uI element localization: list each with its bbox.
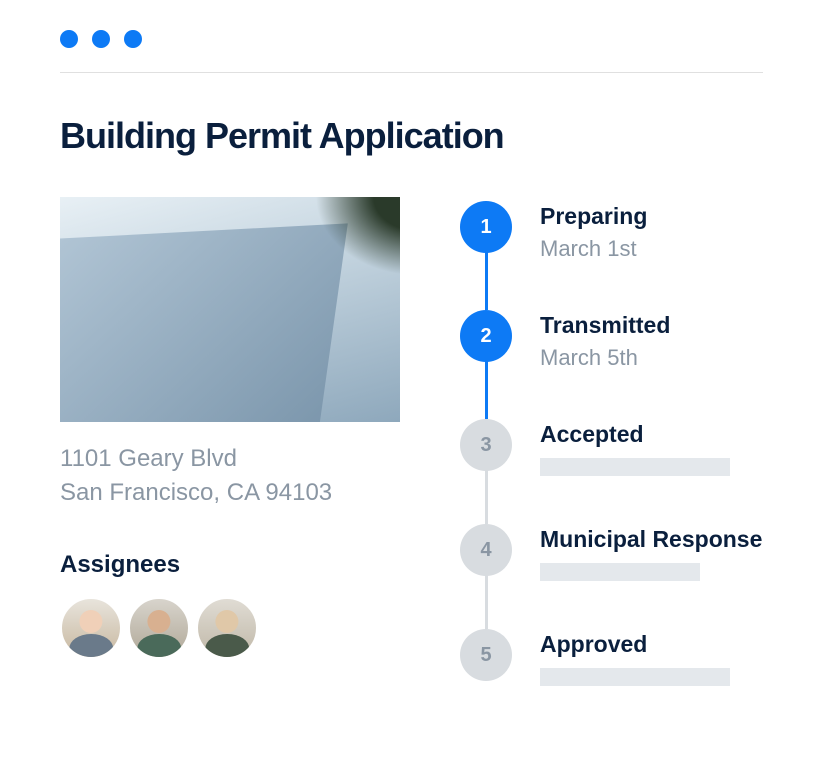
window-dot bbox=[92, 30, 110, 48]
assignee-avatar[interactable] bbox=[128, 597, 190, 659]
step-content: Accepted bbox=[540, 419, 730, 476]
date-placeholder bbox=[540, 458, 730, 476]
step-date: March 1st bbox=[540, 236, 647, 262]
address-line2: San Francisco, CA 94103 bbox=[60, 476, 400, 510]
step-date: March 5th bbox=[540, 345, 670, 371]
step-title: Transmitted bbox=[540, 312, 670, 339]
step-title: Accepted bbox=[540, 421, 730, 448]
window-dot bbox=[124, 30, 142, 48]
step-number-badge: 1 bbox=[460, 201, 512, 253]
window-controls bbox=[60, 30, 763, 48]
timeline-connector bbox=[485, 574, 488, 629]
timeline-step-accepted: 3 Accepted bbox=[460, 419, 763, 524]
assignees-list bbox=[60, 597, 400, 659]
timeline-step-approved: 5 Approved bbox=[460, 629, 763, 686]
address-line1: 1101 Geary Blvd bbox=[60, 442, 400, 476]
property-address: 1101 Geary Blvd San Francisco, CA 94103 bbox=[60, 442, 400, 509]
step-number-badge: 3 bbox=[460, 419, 512, 471]
step-title: Approved bbox=[540, 631, 730, 658]
timeline-connector bbox=[485, 360, 488, 419]
timeline-step-transmitted: 2 Transmitted March 5th bbox=[460, 310, 763, 419]
timeline-step-preparing: 1 Preparing March 1st bbox=[460, 201, 763, 310]
step-title: Municipal Response bbox=[540, 526, 762, 553]
assignee-avatar[interactable] bbox=[196, 597, 258, 659]
status-timeline: 1 Preparing March 1st 2 Transmitted Marc… bbox=[460, 201, 763, 686]
date-placeholder bbox=[540, 668, 730, 686]
window-dot bbox=[60, 30, 78, 48]
step-content: Preparing March 1st bbox=[540, 201, 647, 262]
timeline-connector bbox=[485, 469, 488, 524]
assignees-label: Assignees bbox=[60, 551, 400, 579]
content-area: 1101 Geary Blvd San Francisco, CA 94103 … bbox=[60, 197, 763, 686]
right-column: 1 Preparing March 1st 2 Transmitted Marc… bbox=[460, 197, 763, 686]
step-title: Preparing bbox=[540, 203, 647, 230]
timeline-step-municipal: 4 Municipal Response bbox=[460, 524, 763, 629]
timeline-connector bbox=[485, 251, 488, 310]
step-number-badge: 5 bbox=[460, 629, 512, 681]
page-title: Building Permit Application bbox=[60, 115, 763, 157]
step-content: Municipal Response bbox=[540, 524, 762, 581]
assignee-avatar[interactable] bbox=[60, 597, 122, 659]
left-column: 1101 Geary Blvd San Francisco, CA 94103 … bbox=[60, 197, 400, 686]
divider bbox=[60, 72, 763, 73]
building-photo bbox=[60, 197, 400, 422]
date-placeholder bbox=[540, 563, 700, 581]
step-content: Approved bbox=[540, 629, 730, 686]
step-number-badge: 4 bbox=[460, 524, 512, 576]
step-content: Transmitted March 5th bbox=[540, 310, 670, 371]
step-number-badge: 2 bbox=[460, 310, 512, 362]
